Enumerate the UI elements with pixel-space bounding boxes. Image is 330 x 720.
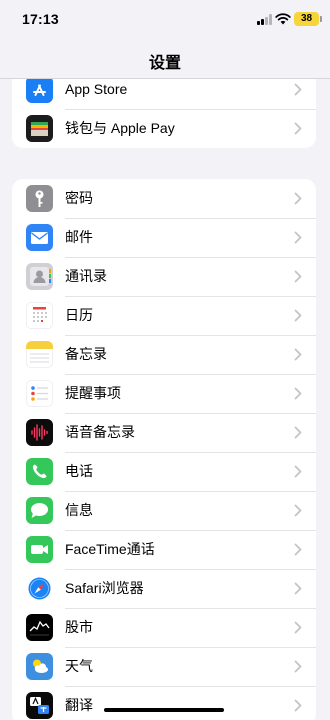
chevron-right-icon	[294, 122, 302, 135]
settings-row-weather[interactable]: 天气	[12, 647, 316, 686]
weather-icon	[26, 653, 53, 680]
facetime-icon	[26, 536, 53, 563]
contacts-icon	[26, 263, 53, 290]
settings-row-safari[interactable]: Safari浏览器	[12, 569, 316, 608]
stocks-icon	[26, 614, 53, 641]
mail-icon	[26, 224, 53, 251]
chevron-right-icon	[294, 543, 302, 556]
notes-icon	[26, 341, 53, 368]
phone-icon	[26, 458, 53, 485]
settings-row-label: 信息	[65, 502, 93, 518]
settings-row-label: 语音备忘录	[65, 424, 135, 440]
translate-icon	[26, 692, 53, 719]
settings-row-translate[interactable]: 翻译	[12, 686, 316, 720]
chevron-right-icon	[294, 582, 302, 595]
settings-row-notes[interactable]: 备忘录	[12, 335, 316, 374]
chevron-right-icon	[294, 660, 302, 673]
settings-row-passwords[interactable]: 密码	[12, 179, 316, 218]
reminders-icon	[26, 380, 53, 407]
settings-row-messages[interactable]: 信息	[12, 491, 316, 530]
chevron-right-icon	[294, 231, 302, 244]
chevron-right-icon	[294, 83, 302, 96]
battery-indicator: 38	[294, 12, 322, 26]
settings-row-label: 密码	[65, 190, 93, 206]
chevron-right-icon	[294, 699, 302, 712]
settings-row-voice-memos[interactable]: 语音备忘录	[12, 413, 316, 452]
chevron-right-icon	[294, 270, 302, 283]
cellular-signal-icon	[257, 14, 273, 25]
settings-row-calendar[interactable]: 日历	[12, 296, 316, 335]
key-icon	[26, 185, 53, 212]
settings-row-label: Safari浏览器	[65, 580, 144, 596]
settings-row-wallet[interactable]: 钱包与 Apple Pay	[12, 109, 316, 148]
settings-row-label: 钱包与 Apple Pay	[65, 120, 175, 136]
chevron-right-icon	[294, 348, 302, 361]
safari-icon	[26, 575, 53, 602]
home-indicator[interactable]	[104, 708, 224, 712]
settings-row-label: 翻译	[65, 697, 93, 713]
settings-row-label: App Store	[65, 81, 128, 97]
status-bar: 17:13 38	[0, 0, 330, 38]
settings-row-mail[interactable]: 邮件	[12, 218, 316, 257]
chevron-right-icon	[294, 387, 302, 400]
chevron-right-icon	[294, 309, 302, 322]
chevron-right-icon	[294, 192, 302, 205]
settings-row-label: 备忘录	[65, 346, 107, 362]
status-time: 17:13	[22, 11, 59, 27]
settings-row-label: 日历	[65, 307, 93, 323]
chevron-right-icon	[294, 504, 302, 517]
calendar-icon	[26, 302, 53, 329]
voice-memos-icon	[26, 419, 53, 446]
settings-row-stocks[interactable]: 股市	[12, 608, 316, 647]
wifi-icon	[275, 13, 291, 25]
settings-group-apps: 密码邮件通讯录日历备忘录提醒事项语音备忘录电话信息 FaceTime通话 Safar…	[12, 179, 316, 720]
chevron-right-icon	[294, 426, 302, 439]
app-store-icon	[26, 79, 53, 103]
messages-icon	[26, 497, 53, 524]
settings-row-label: 股市	[65, 619, 93, 635]
settings-row-facetime[interactable]: FaceTime通话	[12, 530, 316, 569]
settings-row-label: 通讯录	[65, 268, 107, 284]
chevron-right-icon	[294, 465, 302, 478]
settings-group-store: App Store 钱包与 Apple Pay	[12, 79, 316, 148]
settings-row-label: FaceTime通话	[65, 541, 155, 557]
settings-row-app-store[interactable]: App Store	[12, 79, 316, 109]
settings-row-label: 邮件	[65, 229, 93, 245]
settings-row-label: 天气	[65, 658, 93, 674]
wallet-icon	[26, 115, 53, 142]
settings-row-phone[interactable]: 电话	[12, 452, 316, 491]
settings-row-reminders[interactable]: 提醒事项	[12, 374, 316, 413]
settings-list[interactable]: App Store 钱包与 Apple Pay 密码邮件通讯录日历备忘录提醒事项语…	[0, 79, 330, 720]
settings-row-contacts[interactable]: 通讯录	[12, 257, 316, 296]
settings-row-label: 电话	[65, 463, 93, 479]
settings-row-label: 提醒事项	[65, 385, 121, 401]
page-title: 设置	[148, 55, 181, 72]
chevron-right-icon	[294, 621, 302, 634]
